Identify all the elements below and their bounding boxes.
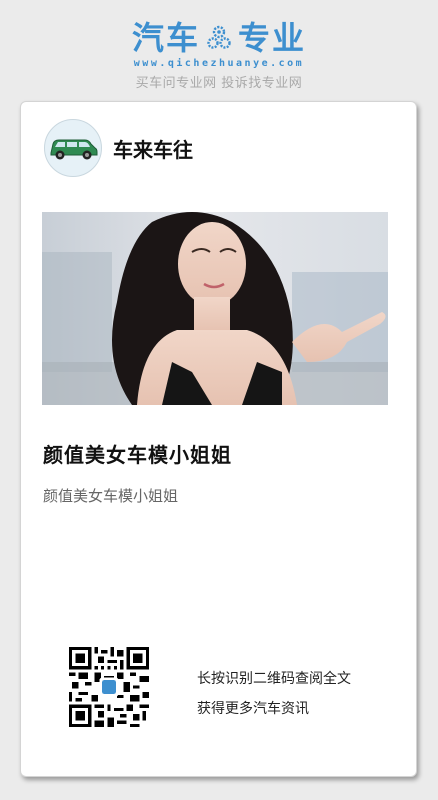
qr-line-1: 长按识别二维码查阅全文: [197, 671, 351, 687]
article-summary: 颜值美女车模小姐姐: [43, 487, 179, 505]
author-row: 车来车往: [44, 119, 193, 177]
brand-header: 汽车 专业 www.qichezhuanye.com 买车问专业网 投诉找专业网: [0, 18, 438, 91]
qr-instructions: 长按识别二维码查阅全文 获得更多汽车资讯: [197, 664, 351, 724]
author-name: 车来车往: [113, 137, 193, 162]
avatar: [44, 119, 102, 177]
qr-line-2: 获得更多汽车资讯: [197, 701, 309, 717]
brand-tagline: 买车问专业网 投诉找专业网: [135, 76, 303, 91]
cover-image: [42, 212, 388, 405]
brand-url: www.qichezhuanye.com: [133, 58, 305, 69]
qr-code[interactable]: [69, 647, 149, 727]
brand-logo-left: 汽车: [131, 19, 200, 57]
green-suv-icon: [50, 139, 98, 160]
article-title: 颜值美女车模小姐姐: [43, 443, 232, 467]
brand-logo: 汽车 专业: [132, 18, 306, 58]
brand-logo-right: 专业: [238, 19, 307, 57]
gear-icon: [207, 25, 231, 49]
share-card: 车来车往 颜值美女车模小姐姐 颜值美女车模小姐姐 长按识别二维码查阅全文 获得更…: [20, 101, 417, 777]
